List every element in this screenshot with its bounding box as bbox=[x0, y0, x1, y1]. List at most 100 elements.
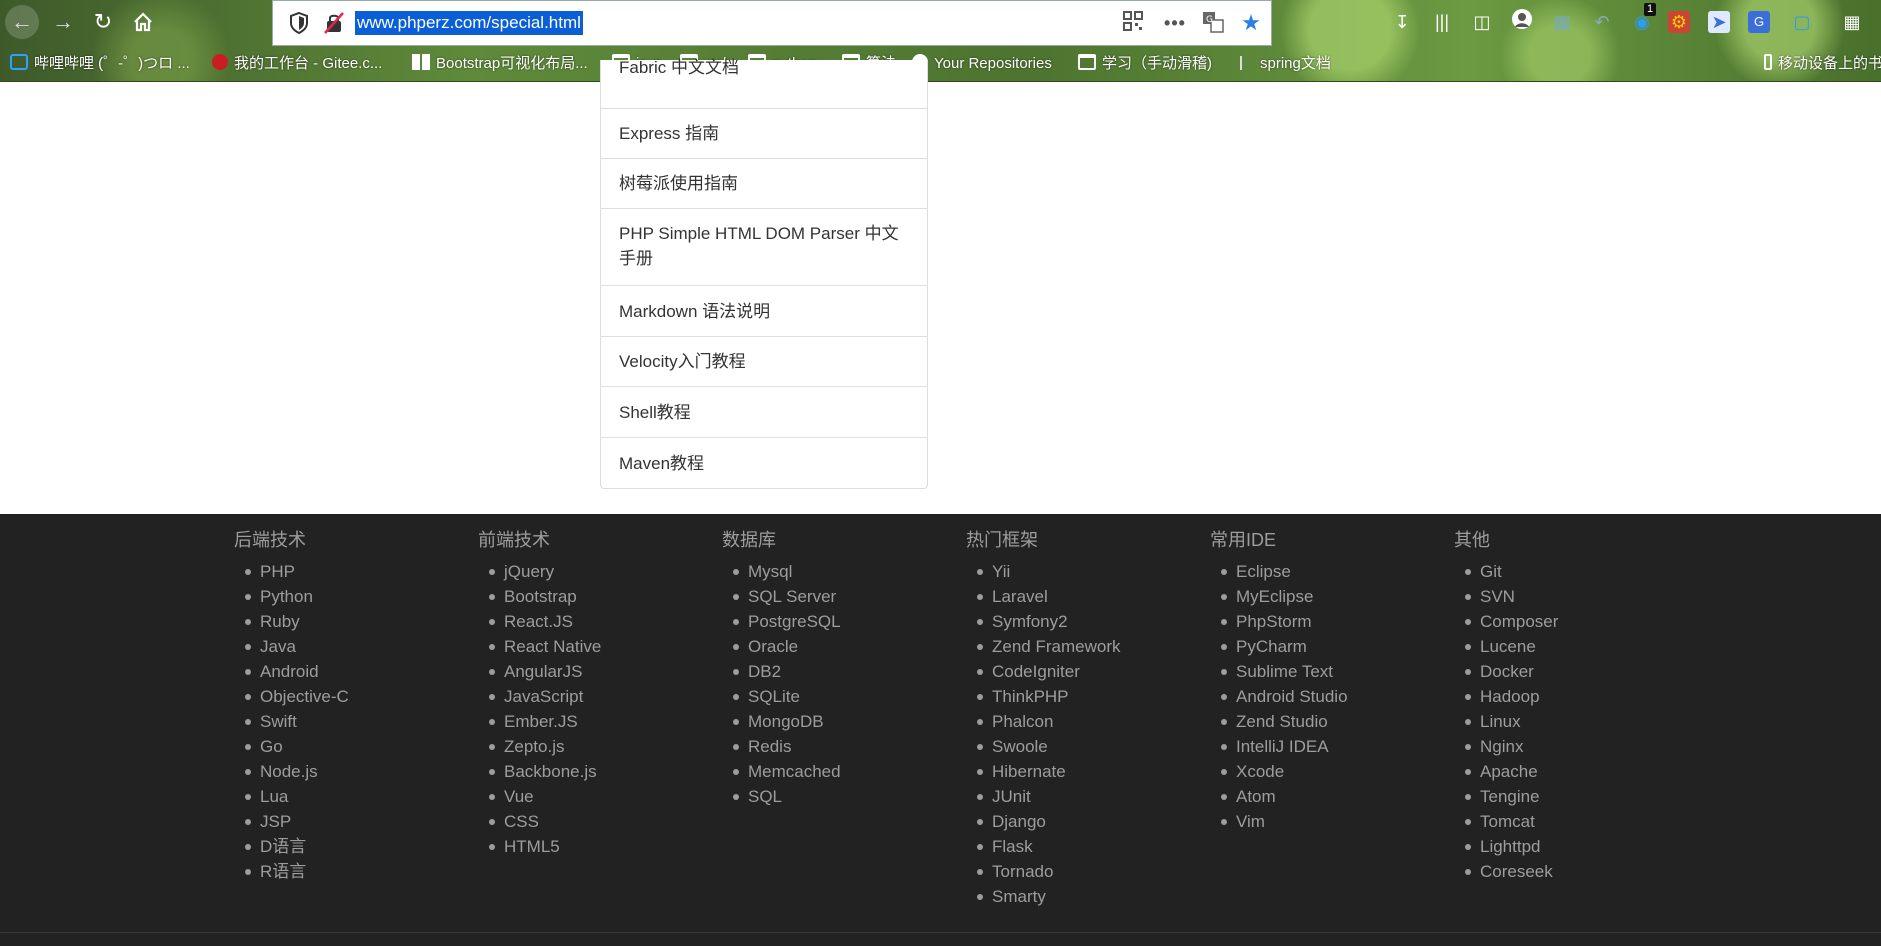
footer-link[interactable]: PyCharm bbox=[1210, 634, 1348, 659]
footer-link[interactable]: Hibernate bbox=[966, 759, 1120, 784]
forward-button[interactable]: → bbox=[46, 5, 80, 39]
insecure-lock-icon[interactable] bbox=[323, 11, 345, 35]
footer-link[interactable]: Symfony2 bbox=[966, 609, 1120, 634]
footer-link[interactable]: Django bbox=[966, 809, 1120, 834]
crop-icon[interactable]: ▢ bbox=[1788, 8, 1816, 36]
bookmark-bootstrap[interactable]: Bootstrap可视化布局... bbox=[412, 52, 588, 76]
footer-link[interactable]: Apache bbox=[1454, 759, 1558, 784]
footer-link[interactable]: Memcached bbox=[722, 759, 841, 784]
footer-link[interactable]: Xcode bbox=[1210, 759, 1348, 784]
footer-link[interactable]: SQL bbox=[722, 784, 841, 809]
footer-link[interactable]: React Native bbox=[478, 634, 601, 659]
more-actions-icon[interactable]: ••• bbox=[1163, 11, 1187, 35]
library-icon[interactable]: ||| bbox=[1428, 8, 1456, 36]
bookmark-spring[interactable]: spring文档 bbox=[1240, 52, 1331, 76]
footer-link[interactable]: Ember.JS bbox=[478, 709, 601, 734]
footer-link[interactable]: CodeIgniter bbox=[966, 659, 1120, 684]
footer-link[interactable]: Linux bbox=[1454, 709, 1558, 734]
footer-link[interactable]: Eclipse bbox=[1210, 559, 1348, 584]
list-item[interactable]: Fabric 中文文档 bbox=[601, 40, 927, 89]
qr-code-icon[interactable] bbox=[1121, 11, 1145, 35]
footer-link[interactable]: Ruby bbox=[234, 609, 349, 634]
footer-link[interactable]: MongoDB bbox=[722, 709, 841, 734]
footer-link[interactable]: HTML5 bbox=[478, 834, 601, 859]
footer-link[interactable]: D语言 bbox=[234, 834, 349, 859]
list-item[interactable]: PHP Simple HTML DOM Parser 中文手册 bbox=[601, 208, 927, 285]
footer-link[interactable]: Laravel bbox=[966, 584, 1120, 609]
reload-button[interactable]: ↻ bbox=[86, 5, 120, 39]
footer-link[interactable]: Swift bbox=[234, 709, 349, 734]
footer-link[interactable]: Lucene bbox=[1454, 634, 1558, 659]
list-item[interactable]: 树莓派使用指南 bbox=[601, 158, 927, 208]
footer-link[interactable]: JSP bbox=[234, 809, 349, 834]
footer-link[interactable]: Hadoop bbox=[1454, 684, 1558, 709]
footer-link[interactable]: Zend Studio bbox=[1210, 709, 1348, 734]
footer-link[interactable]: JUnit bbox=[966, 784, 1120, 809]
footer-link[interactable]: Bootstrap bbox=[478, 584, 601, 609]
footer-link[interactable]: SQL Server bbox=[722, 584, 841, 609]
footer-link[interactable]: Smarty bbox=[966, 884, 1120, 909]
footer-link[interactable]: PHP bbox=[234, 559, 349, 584]
footer-link[interactable]: jQuery bbox=[478, 559, 601, 584]
bookmark-star-icon[interactable]: ★ bbox=[1239, 11, 1263, 35]
footer-link[interactable]: Vue bbox=[478, 784, 601, 809]
bookmark-github[interactable]: Your Repositories bbox=[912, 52, 1052, 76]
footer-link[interactable]: Sublime Text bbox=[1210, 659, 1348, 684]
footer-link[interactable]: Atom bbox=[1210, 784, 1348, 809]
footer-link[interactable]: Node.js bbox=[234, 759, 349, 784]
footer-link[interactable]: Oracle bbox=[722, 634, 841, 659]
footer-link[interactable]: React.JS bbox=[478, 609, 601, 634]
url-input[interactable]: www.phperz.com/special.html bbox=[355, 11, 583, 35]
screenshot-icon[interactable]: ▦ bbox=[1548, 8, 1576, 36]
footer-link[interactable]: Swoole bbox=[966, 734, 1120, 759]
footer-link[interactable]: CSS bbox=[478, 809, 601, 834]
footer-link[interactable]: Objective-C bbox=[234, 684, 349, 709]
footer-link[interactable]: Flask bbox=[966, 834, 1120, 859]
bookmark-folder-study[interactable]: 学习（手动滑稽) bbox=[1078, 52, 1212, 76]
footer-link[interactable]: Python bbox=[234, 584, 349, 609]
download-icon[interactable]: ↧ bbox=[1388, 8, 1416, 36]
footer-link[interactable]: ThinkPHP bbox=[966, 684, 1120, 709]
undo-icon[interactable]: ↶ bbox=[1588, 8, 1616, 36]
footer-link[interactable]: SQLite bbox=[722, 684, 841, 709]
back-button[interactable]: ← bbox=[5, 5, 39, 39]
footer-link[interactable]: Lighttpd bbox=[1454, 834, 1558, 859]
footer-link[interactable]: Android Studio bbox=[1210, 684, 1348, 709]
list-item[interactable]: Shell教程 bbox=[601, 386, 927, 437]
tracking-shield-icon[interactable] bbox=[289, 11, 309, 35]
footer-link[interactable]: IntelliJ IDEA bbox=[1210, 734, 1348, 759]
footer-link[interactable]: Lua bbox=[234, 784, 349, 809]
footer-link[interactable]: Zepto.js bbox=[478, 734, 601, 759]
footer-link[interactable]: R语言 bbox=[234, 859, 349, 884]
paper-plane-icon[interactable]: ➤ bbox=[1708, 11, 1730, 33]
footer-link[interactable]: Mysql bbox=[722, 559, 841, 584]
footer-link[interactable]: JavaScript bbox=[478, 684, 601, 709]
footer-link[interactable]: Composer bbox=[1454, 609, 1558, 634]
home-button[interactable] bbox=[126, 5, 160, 39]
list-item[interactable]: Express 指南 bbox=[601, 108, 927, 158]
list-item[interactable]: Markdown 语法说明 bbox=[601, 285, 927, 336]
footer-link[interactable]: Yii bbox=[966, 559, 1120, 584]
footer-link[interactable]: DB2 bbox=[722, 659, 841, 684]
footer-link[interactable]: Coreseek bbox=[1454, 859, 1558, 884]
footer-link[interactable]: Zend Framework bbox=[966, 634, 1120, 659]
list-item[interactable]: Maven教程 bbox=[601, 437, 927, 488]
footer-link[interactable]: SVN bbox=[1454, 584, 1558, 609]
footer-link[interactable]: Redis bbox=[722, 734, 841, 759]
footer-link[interactable]: PostgreSQL bbox=[722, 609, 841, 634]
sidebar-icon[interactable]: ◫ bbox=[1468, 8, 1496, 36]
footer-link[interactable]: Tengine bbox=[1454, 784, 1558, 809]
footer-link[interactable]: Go bbox=[234, 734, 349, 759]
extensions-icon[interactable]: ▦ bbox=[1838, 8, 1866, 36]
footer-link[interactable]: Android bbox=[234, 659, 349, 684]
footer-link[interactable]: AngularJS bbox=[478, 659, 601, 684]
footer-link[interactable]: Backbone.js bbox=[478, 759, 601, 784]
footer-link[interactable]: Vim bbox=[1210, 809, 1348, 834]
footer-link[interactable]: Tomcat bbox=[1454, 809, 1558, 834]
footer-link[interactable]: Tornado bbox=[966, 859, 1120, 884]
bookmark-bilibili[interactable]: 哔哩哔哩 (゜-゜)つロ ... bbox=[10, 52, 190, 76]
google-translate-icon[interactable]: G bbox=[1748, 11, 1770, 33]
account-avatar-icon[interactable] bbox=[1508, 8, 1536, 36]
bookmark-mobile[interactable]: 移动设备上的书 bbox=[1764, 52, 1881, 76]
footer-link[interactable]: Nginx bbox=[1454, 734, 1558, 759]
